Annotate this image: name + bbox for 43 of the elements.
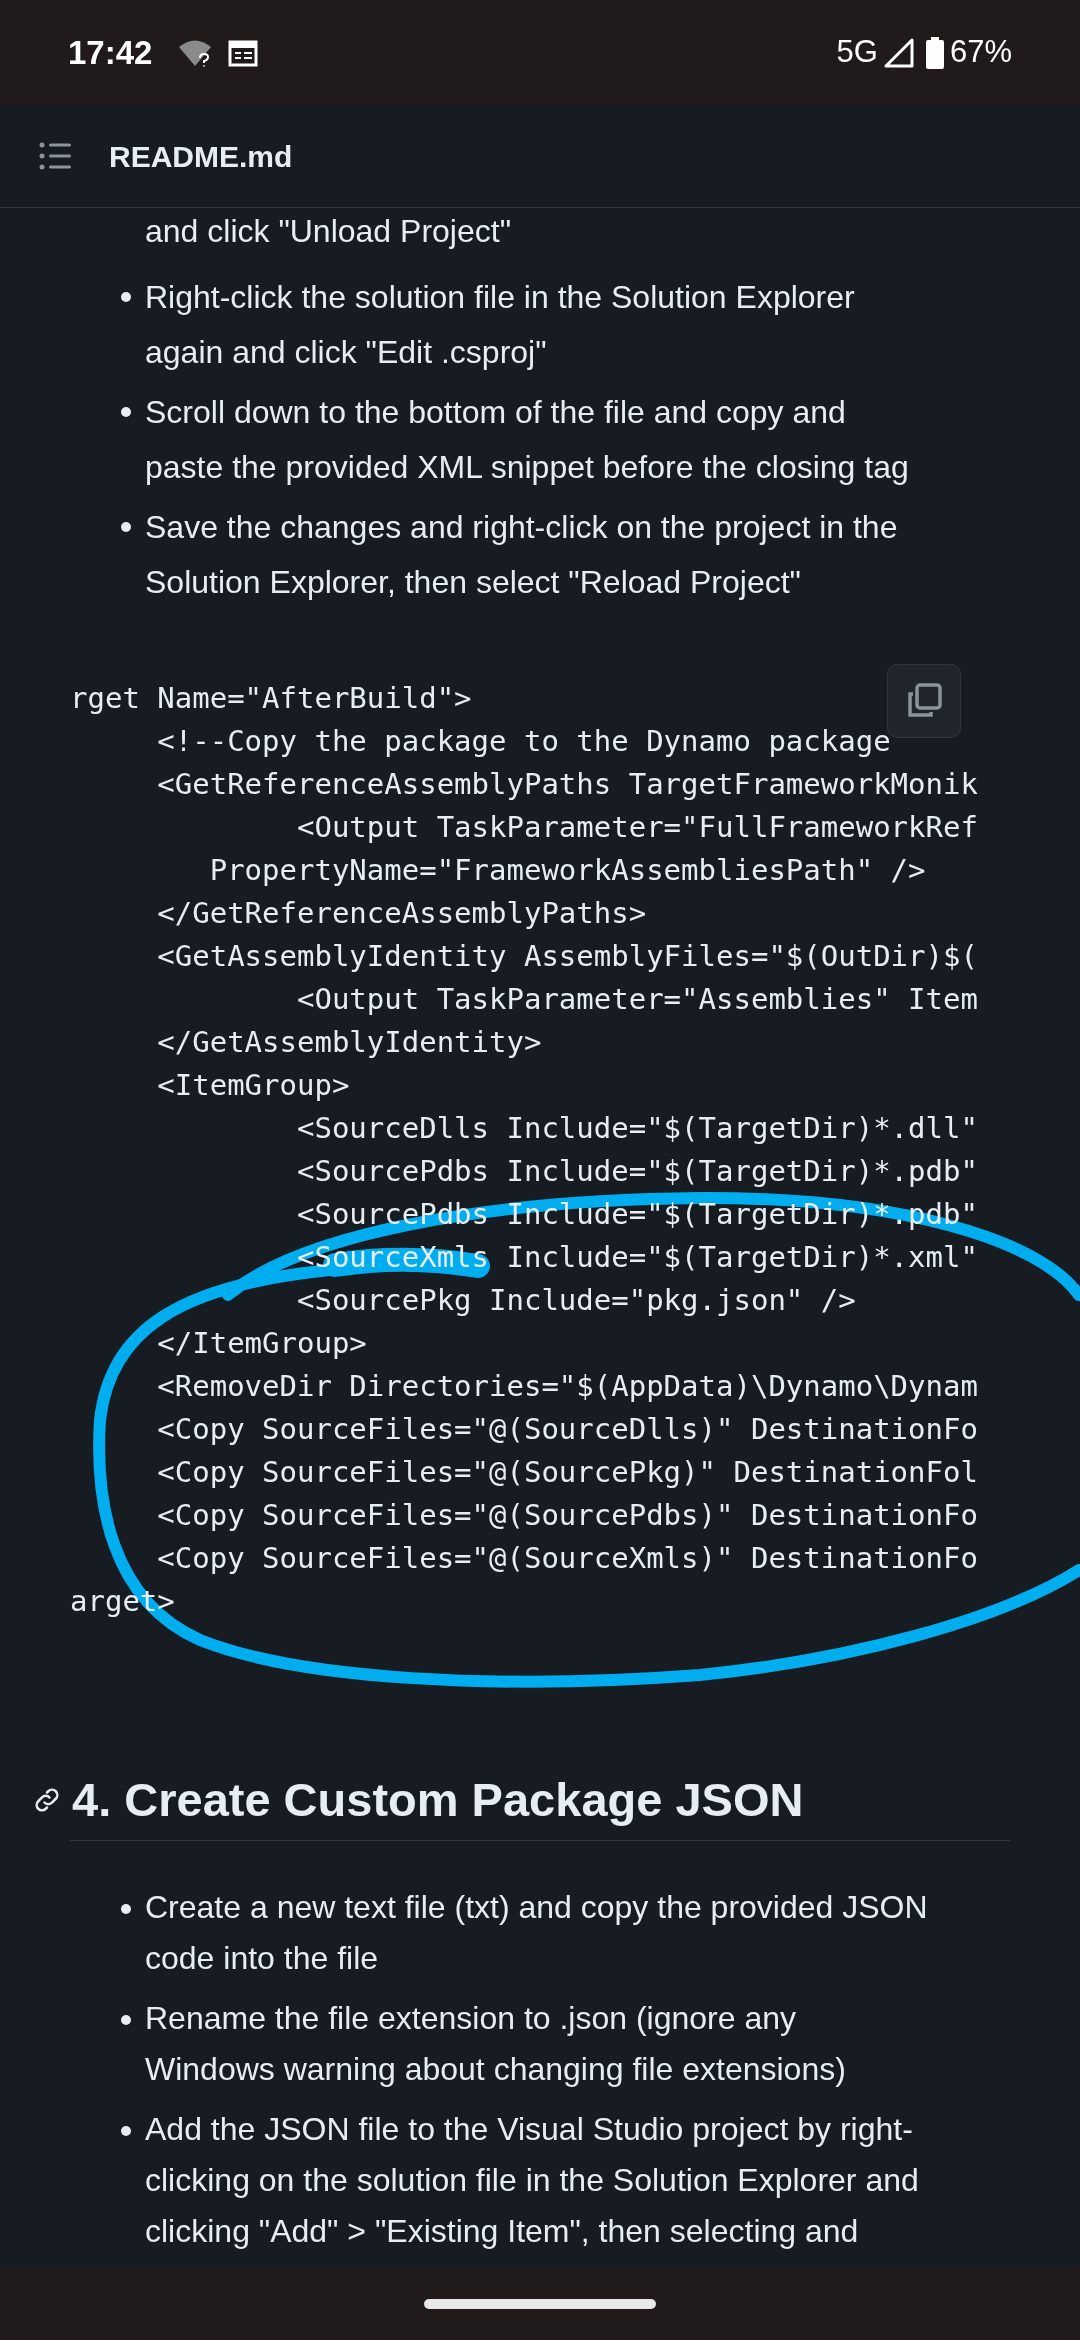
code-line: <GetReferenceAssemblyPaths TargetFrameworkMonik (156, 766, 978, 803)
code-line: rget Name="AfterBuild"> (70, 680, 472, 717)
section-heading: 4. Create Custom Package JSON (72, 1772, 804, 1828)
list-item-text: Scroll down to the bottom of the file and copy and paste the provided XML snippet before the closing tag (145, 393, 909, 487)
list-item-text: Save the changes and right-click on the project in the Solution Explorer, then select "Reload Project" (145, 508, 898, 602)
file-title: README.md (109, 138, 293, 175)
bullet-icon (121, 407, 131, 417)
code-line: <ItemGroup> (156, 1067, 350, 1104)
code-line: <Copy SourceFiles="@(SourcePkg)" DestinationFol (156, 1454, 978, 1491)
code-line: </GetReferenceAssemblyPaths> (156, 895, 647, 932)
battery-percent: 67% (949, 33, 1012, 72)
bullet-icon (121, 1904, 131, 1914)
code-line: <SourcePkg Include="pkg.json" /> (295, 1282, 856, 1319)
signal-icon (883, 37, 914, 68)
list-item-text: and click "Unload Project" (145, 212, 511, 251)
code-line: <Copy SourceFiles="@(SourceDlls)" DestinationFo (156, 1411, 978, 1448)
code-line: <Copy SourceFiles="@(SourceXmls)" DestinationFo (156, 1540, 978, 1577)
code-line: <SourcePdbs Include="$(TargetDir)*.pdb" (295, 1153, 978, 1190)
list-item-text: Add the JSON file to the Visual Studio project by right- clicking on the solution file in the Solution Explorer and clicking "Add" > "Existing Item", then selecting and (145, 2110, 919, 2251)
list-item-text: Create a new text file (txt) and copy the provided JSON code into the file (145, 1888, 928, 1978)
code-line: </ItemGroup> (156, 1325, 367, 1362)
outline-menu-icon[interactable] (39, 142, 71, 170)
list-item-text: Rename the file extension to .json (ignore any Windows warning about changing file extensions) (145, 1999, 846, 2089)
status-time: 17:42 (68, 32, 153, 73)
bullet-icon (121, 2015, 131, 2025)
bullet-icon (121, 2126, 131, 2136)
code-line: <RemoveDir Directories="$(AppData)\Dynamo\Dynam (156, 1368, 978, 1405)
code-line: <GetAssemblyIdentity AssemblyFiles="$(OutDir)$( (156, 938, 978, 975)
code-line: </GetAssemblyIdentity> (156, 1024, 542, 1061)
bullet-icon (121, 522, 131, 532)
home-handle[interactable] (424, 2299, 656, 2309)
code-line: <!--Copy the package to the Dynamo package (156, 723, 891, 760)
network-type: 5G (836, 33, 878, 72)
code-line: <SourceDlls Include="$(TargetDir)*.dll" (295, 1110, 978, 1147)
copy-button[interactable] (887, 664, 961, 738)
code-line: <Copy SourceFiles="@(SourcePdbs)" DestinationFo (156, 1497, 978, 1534)
code-line: PropertyName="FrameworkAssembliesPath" /> (208, 852, 926, 889)
bullet-icon (121, 292, 131, 302)
battery-icon (925, 36, 944, 69)
code-line: <Output TaskParameter="FullFrameworkRef (295, 809, 978, 846)
copy-icon (906, 683, 942, 719)
code-line: <Output TaskParameter="Assemblies" Item (295, 981, 978, 1018)
list-item-text: Right-click the solution file in the Solution Explorer again and click "Edit .csproj" (145, 278, 855, 372)
